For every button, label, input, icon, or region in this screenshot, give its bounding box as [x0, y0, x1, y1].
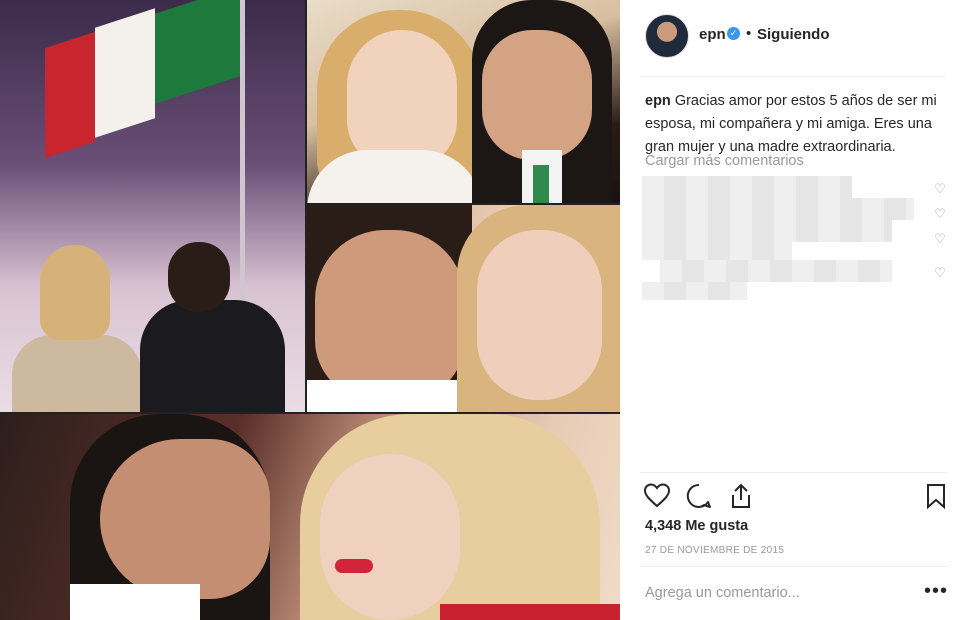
blurred-comment [642, 198, 914, 220]
header-separator: • [746, 25, 752, 42]
header-divider [640, 76, 947, 77]
avatar[interactable] [645, 14, 689, 58]
comment-like-heart-icon[interactable]: ♡ [933, 232, 947, 246]
load-more-comments-button[interactable]: Cargar más comentarios [645, 153, 804, 169]
blurred-comment [660, 260, 892, 282]
post-date[interactable]: 27 DE NOVIEMBRE DE 2015 [645, 545, 784, 556]
following-button[interactable]: Siguiendo [757, 26, 830, 43]
actions-divider [640, 472, 947, 473]
post-photo-collage[interactable] [0, 0, 620, 620]
likes-count[interactable]: 4,348 Me gusta [645, 518, 748, 534]
post-actions [640, 482, 950, 514]
verified-icon: ✓ [727, 27, 740, 40]
post-caption: epn Gracias amor por estos 5 años de ser… [645, 90, 940, 159]
blurred-comment [642, 220, 892, 242]
caption-username[interactable]: epn [645, 93, 671, 109]
caption-text: Gracias amor por estos 5 años de ser mi … [645, 93, 937, 155]
comment-icon[interactable] [685, 482, 713, 510]
blurred-comment [642, 282, 747, 300]
heart-icon[interactable] [643, 482, 671, 510]
photo-panel-profile-couple [0, 414, 620, 620]
photo-panel-flag-couple [0, 0, 305, 412]
comment-divider [640, 566, 947, 567]
photo-panel-closeup-couple [307, 205, 620, 412]
post-sidebar: epn ✓ • Siguiendo epn Gracias amor por e… [620, 0, 966, 620]
post-header: epn ✓ • Siguiendo [620, 0, 966, 76]
bookmark-icon[interactable] [922, 482, 950, 510]
blurred-comment [642, 242, 792, 260]
comment-like-heart-icon[interactable]: ♡ [933, 207, 947, 221]
more-options-icon[interactable]: ••• [924, 580, 948, 603]
photo-panel-smiling-couple [307, 0, 620, 203]
add-comment-input[interactable]: Agrega un comentario... [645, 585, 800, 601]
share-icon[interactable] [727, 482, 755, 510]
blurred-comment [642, 176, 852, 198]
comment-like-heart-icon[interactable]: ♡ [933, 266, 947, 280]
comment-like-heart-icon[interactable]: ♡ [933, 182, 947, 196]
username-link[interactable]: epn [699, 26, 726, 43]
